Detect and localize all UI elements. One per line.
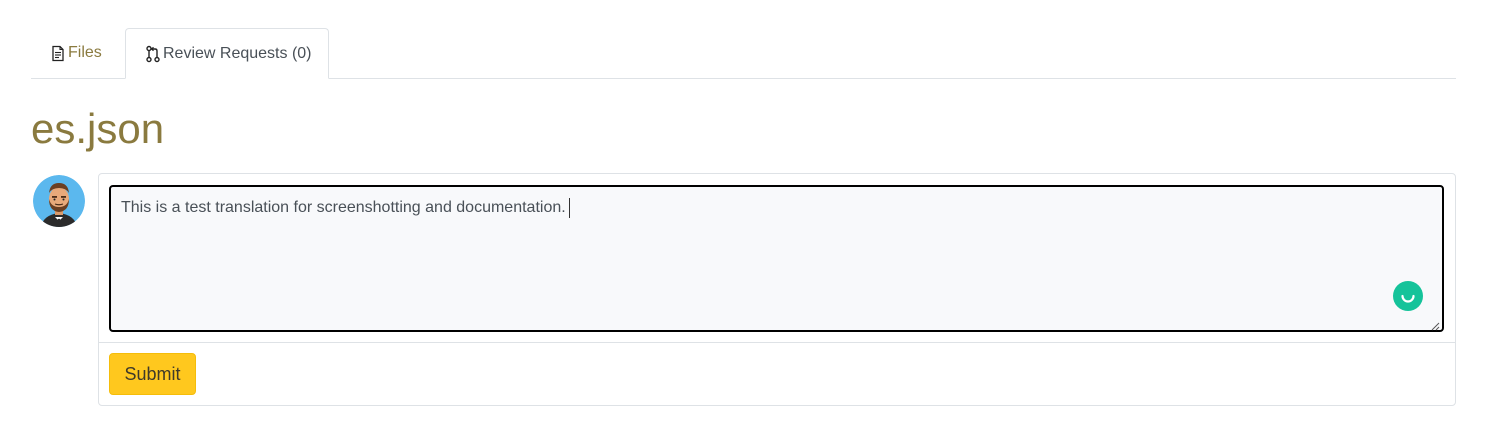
submit-button[interactable]: Submit xyxy=(109,353,196,395)
comment-textarea-value: This is a test translation for screensho… xyxy=(121,198,570,218)
tab-review-requests[interactable]: Review Requests (0) xyxy=(125,28,329,79)
tab-bar: Files Review Requests (0) xyxy=(31,28,1456,79)
comment-card-body: This is a test translation for screensho… xyxy=(99,174,1455,343)
git-pull-request-icon xyxy=(144,45,162,63)
comment-textarea[interactable]: This is a test translation for screensho… xyxy=(109,185,1444,332)
tab-review-requests-label: Review Requests (0) xyxy=(163,44,312,62)
resize-handle-icon[interactable] xyxy=(1430,318,1440,331)
comment-card: This is a test translation for screensho… xyxy=(98,173,1456,406)
file-text-icon xyxy=(49,44,67,62)
page-title: es.json xyxy=(31,105,165,152)
tab-files[interactable]: Files xyxy=(31,28,125,78)
avatar xyxy=(33,175,85,227)
grammarly-icon[interactable] xyxy=(1393,281,1423,311)
tab-files-label: Files xyxy=(68,44,102,61)
page: Files Review Requests (0) es.json This i… xyxy=(0,0,1510,444)
text-caret xyxy=(568,198,570,218)
